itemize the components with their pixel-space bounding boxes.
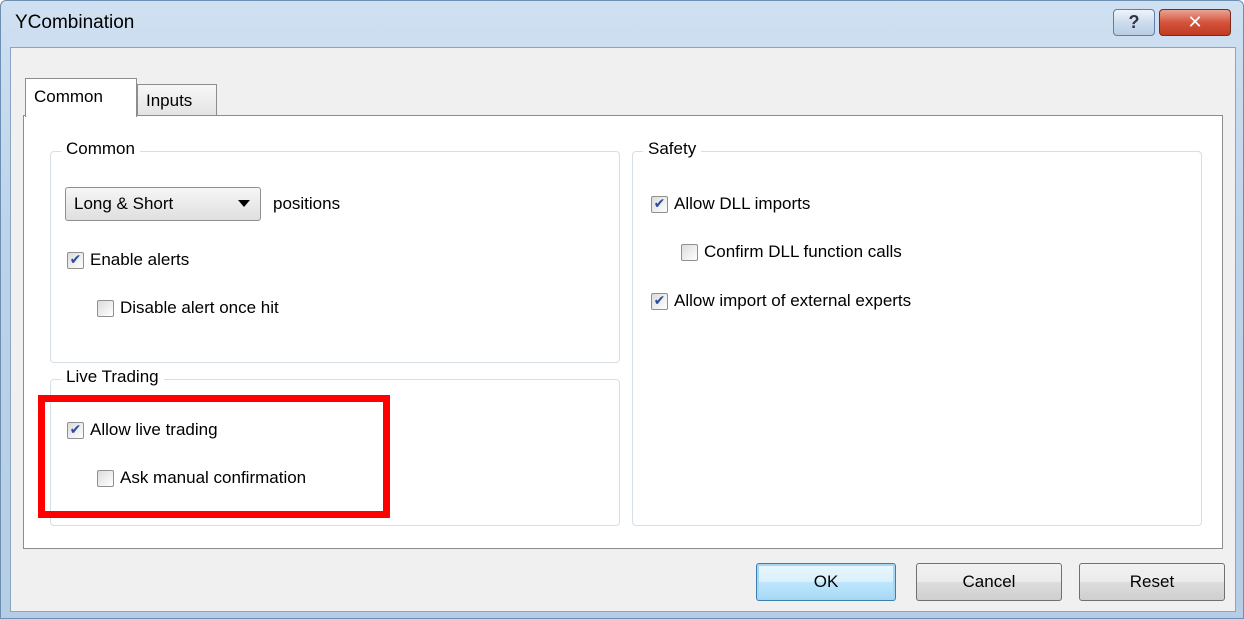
disable-alert-once-hit-label: Disable alert once hit: [120, 298, 279, 317]
dialog-client-area: Common Inputs Common Long & Short positi…: [10, 47, 1236, 612]
disable-alert-once-hit-checkbox-row[interactable]: Disable alert once hit: [97, 298, 279, 318]
confirm-dll-calls-checkbox-row[interactable]: Confirm DLL function calls: [681, 242, 902, 262]
reset-button[interactable]: Reset: [1079, 563, 1225, 601]
enable-alerts-checkbox-row[interactable]: ✔ Enable alerts: [67, 250, 189, 270]
highlight-box: [38, 395, 390, 518]
help-button[interactable]: ?: [1113, 9, 1155, 36]
tab-common[interactable]: Common: [25, 78, 137, 117]
disable-alert-once-hit-checkbox[interactable]: [97, 299, 114, 317]
allow-external-experts-checkbox-row[interactable]: ✔ Allow import of external experts: [651, 291, 911, 311]
tab-inputs[interactable]: Inputs: [137, 84, 217, 116]
allow-dll-imports-label: Allow DLL imports: [674, 194, 811, 213]
safety-group-legend: Safety: [643, 139, 702, 159]
live-trading-group-legend: Live Trading: [61, 367, 164, 387]
allow-dll-imports-checkbox[interactable]: ✔: [651, 195, 668, 213]
cancel-button[interactable]: Cancel: [916, 563, 1062, 601]
close-icon: ✕: [1187, 12, 1203, 32]
position-type-select[interactable]: Long & Short: [65, 187, 261, 221]
allow-external-experts-checkbox[interactable]: ✔: [651, 292, 668, 310]
allow-dll-imports-checkbox-row[interactable]: ✔ Allow DLL imports: [651, 194, 810, 214]
ok-button[interactable]: OK: [756, 563, 896, 601]
safety-group: Safety ✔ Allow DLL imports Confirm DLL f…: [632, 139, 1202, 526]
help-icon: ?: [1128, 12, 1140, 32]
enable-alerts-checkbox[interactable]: ✔: [67, 251, 84, 269]
common-group: Common Long & Short positions ✔ Enable a…: [50, 139, 620, 363]
enable-alerts-label: Enable alerts: [90, 250, 190, 269]
allow-external-experts-label: Allow import of external experts: [674, 291, 912, 310]
position-type-value: Long & Short: [74, 194, 174, 213]
positions-label: positions: [273, 194, 341, 213]
common-group-legend: Common: [61, 139, 140, 159]
window-title: YCombination: [15, 12, 135, 33]
confirm-dll-calls-label: Confirm DLL function calls: [704, 242, 902, 261]
confirm-dll-calls-checkbox[interactable]: [681, 243, 698, 261]
chevron-down-icon: [238, 200, 250, 207]
close-button[interactable]: ✕: [1159, 9, 1231, 36]
dialog-window: YCombination ? ✕ Common Inputs Common Lo…: [0, 0, 1244, 619]
